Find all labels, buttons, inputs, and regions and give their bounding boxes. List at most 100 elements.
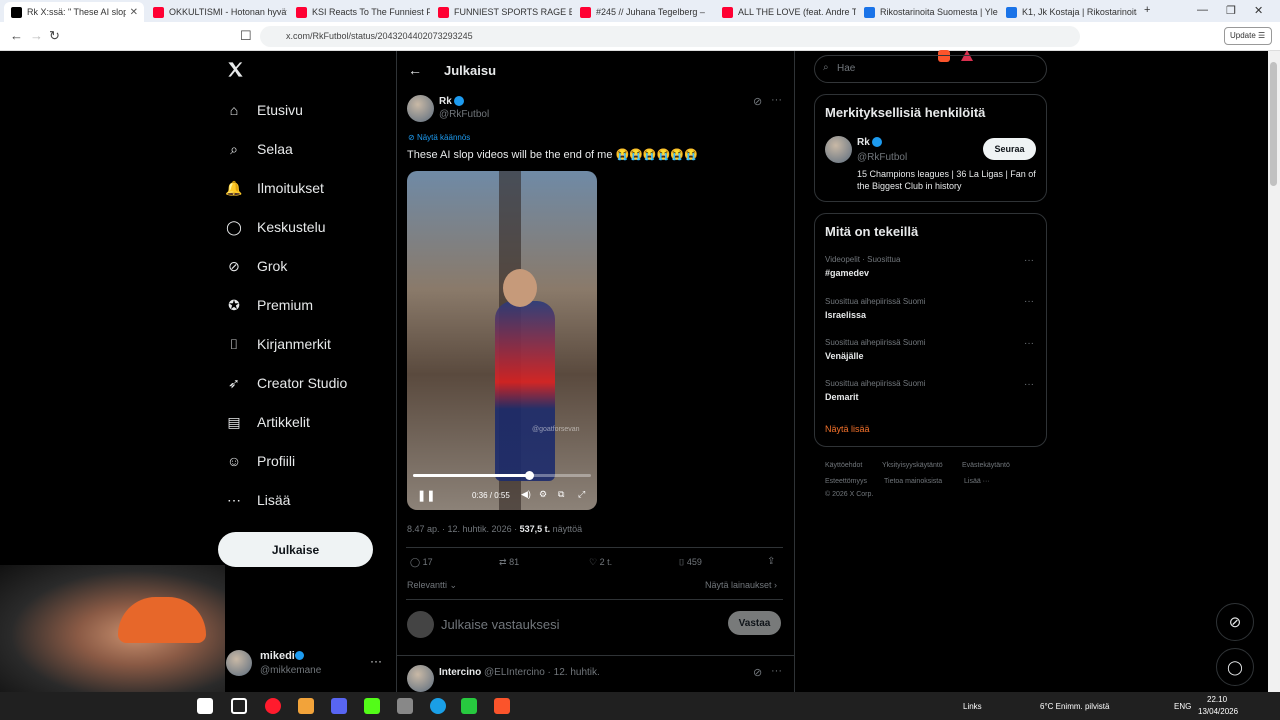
discord-icon[interactable] [331, 698, 347, 714]
follow-button[interactable]: Seuraa [983, 138, 1036, 160]
trend-more-icon[interactable]: ··· [1024, 338, 1034, 349]
show-more-link[interactable]: Näytä lisää [825, 424, 870, 434]
trend-name[interactable]: #gamedev [825, 268, 869, 278]
nav-item-premium[interactable]: ✪ Premium [224, 292, 313, 318]
bookmark-action[interactable]: ⌷ 459 [679, 557, 702, 568]
new-tab-icon[interactable]: + [1144, 4, 1150, 16]
trend-name[interactable]: Israelissa [825, 310, 866, 320]
nav-item-profiili[interactable]: ☺ Profiili [224, 448, 295, 474]
url-field[interactable]: x.com/RkFutbol/status/204320440207329324… [260, 26, 1080, 47]
video-scrubber-handle[interactable] [524, 471, 534, 480]
tab-3[interactable]: KSI Reacts To The Funniest FLI [289, 2, 430, 22]
reply-action[interactable]: ◯ 17 [410, 557, 433, 568]
edge-icon[interactable] [430, 698, 446, 714]
search-taskbar-icon[interactable] [197, 698, 213, 714]
footer-link[interactable]: Yksityisyyskäytäntö [882, 462, 943, 469]
footer-link[interactable]: Tietoa mainoksista [884, 478, 942, 485]
reply-input[interactable]: Julkaise vastauksesi [441, 617, 560, 632]
weather-label[interactable]: 6°C Enimm. pilvistä [1040, 702, 1109, 711]
pause-icon[interactable]: ❚❚ [417, 489, 435, 502]
account-more-icon[interactable]: ··· [370, 654, 382, 668]
photos-icon[interactable] [298, 698, 314, 714]
update-button[interactable]: Update ☰ [1224, 27, 1272, 45]
grok-explain-icon[interactable]: ⊘ [753, 666, 762, 679]
footer-link[interactable]: Esteettömyys [825, 478, 867, 485]
show-quotes-link[interactable]: Näytä lainaukset › [705, 580, 777, 590]
trend-more-icon[interactable]: ··· [1024, 379, 1034, 390]
kick-icon[interactable] [364, 698, 380, 714]
volume-icon[interactable]: ◀) [521, 489, 531, 500]
footer-link[interactable]: Käyttöehdot [825, 462, 862, 469]
nav-item-keskustelu[interactable]: ◯ Keskustelu [224, 214, 325, 240]
nav-item-kirjanmerkit[interactable]: ⌷ Kirjanmerkit [224, 331, 331, 357]
messages-float-icon[interactable]: ◯ [1216, 648, 1254, 686]
links-label[interactable]: Links [963, 702, 982, 711]
forward-icon[interactable]: → [30, 28, 43, 43]
task-view-icon[interactable] [231, 698, 247, 714]
next-post-avatar[interactable] [407, 665, 434, 692]
nav-item-creator-studio[interactable]: ➶ Creator Studio [224, 370, 347, 396]
nav-item-artikkelit[interactable]: ▤ Artikkelit [224, 409, 310, 435]
tab-2[interactable]: OKKULTISMI - Hotonan hyväty [146, 2, 287, 22]
scrollbar-thumb[interactable] [1270, 62, 1277, 186]
minimize-icon[interactable]: — [1197, 4, 1208, 16]
nav-item-lisää[interactable]: ⋯ Lisää [224, 487, 290, 513]
trend-more-icon[interactable]: ··· [1024, 296, 1034, 307]
bookmark-page-icon[interactable]: ☐ [240, 28, 252, 44]
post-more-icon[interactable]: ··· [771, 665, 782, 677]
nav-item-etusivu[interactable]: ⌂ Etusivu [224, 97, 303, 123]
person-name[interactable]: Rk [857, 137, 870, 148]
reply-button[interactable]: Vastaa [728, 611, 781, 635]
x-logo-icon[interactable] [226, 60, 245, 79]
footer-link[interactable]: Lisää ··· [964, 478, 990, 485]
sort-dropdown[interactable]: Relevantti ⌄ [407, 580, 457, 591]
share-icon[interactable]: ⇪ [767, 556, 775, 567]
author-avatar[interactable] [407, 95, 434, 122]
tab-5[interactable]: #245 // Juhana Tegelberg – [573, 2, 714, 22]
search-input[interactable]: Hae [814, 55, 1047, 83]
tab-7[interactable]: Rikostarinoita Suomesta | Yle A [857, 2, 998, 22]
tab-8[interactable]: K1, Jk Kostaja | Rikostarinoita [999, 2, 1137, 22]
settings-icon[interactable]: ⚙ [539, 489, 547, 500]
repost-action[interactable]: ⇄ 81 [499, 557, 519, 568]
translate-link[interactable]: ⊘ Näytä käännös [408, 133, 470, 142]
footer-link[interactable]: Evästekäytäntö [962, 462, 1010, 469]
post-button[interactable]: Julkaise [218, 532, 373, 567]
grok-float-icon[interactable]: ⊘ [1216, 603, 1254, 641]
maximize-icon[interactable]: ❐ [1226, 4, 1236, 17]
tab-active[interactable]: Rk X:ssä: " These AI slop ✕ [4, 2, 144, 22]
reload-icon[interactable]: ↻ [49, 28, 60, 44]
tab-4[interactable]: FUNNIEST SPORTS RAGE BAITS [431, 2, 572, 22]
fullscreen-icon[interactable]: ⤢ [578, 489, 585, 500]
play-icon[interactable] [461, 698, 477, 714]
brave-taskbar-icon[interactable] [494, 698, 510, 714]
nav-item-ilmoitukset[interactable]: 🔔 Ilmoitukset [224, 175, 324, 201]
player-figure [495, 301, 555, 481]
account-avatar[interactable] [226, 650, 252, 676]
author-handle[interactable]: @RkFutbol [439, 109, 489, 120]
app-icon[interactable] [397, 698, 413, 714]
tab-6[interactable]: ALL THE LOVE (feat. Andre Tro [715, 2, 856, 22]
trend-name[interactable]: Venäjälle [825, 351, 864, 361]
close-tab-icon[interactable]: ✕ [130, 7, 138, 18]
pip-icon[interactable]: ⧉ [558, 489, 564, 500]
nav-item-selaa[interactable]: ⌕ Selaa [224, 136, 293, 162]
opera-icon[interactable] [265, 698, 281, 714]
grok-explain-icon[interactable]: ⊘ [753, 95, 762, 108]
language-label[interactable]: ENG [1174, 702, 1191, 711]
like-action[interactable]: ♡ 2 t. [589, 557, 612, 568]
trend-name[interactable]: Demarit [825, 392, 859, 402]
trend-meta: Suosittua aihepiirissä Suomi [825, 297, 926, 306]
back-arrow-icon[interactable]: ← [408, 62, 422, 78]
back-icon[interactable]: ← [10, 28, 23, 43]
clock-date[interactable]: 13/04/2026 [1198, 707, 1238, 716]
close-window-icon[interactable]: ✕ [1254, 4, 1263, 17]
person-avatar[interactable] [825, 136, 852, 163]
author-name[interactable]: Rk [439, 96, 452, 107]
post-more-icon[interactable]: ··· [771, 94, 782, 106]
trend-more-icon[interactable]: ··· [1024, 255, 1034, 266]
video-progress-track[interactable] [413, 474, 591, 477]
video-player[interactable]: @goatforsevan ❚❚ 0:36 / 0:55 ◀) ⚙ ⧉ ⤢ [407, 171, 597, 510]
nav-item-grok[interactable]: ⊘ Grok [224, 253, 287, 279]
clock-time[interactable]: 22.10 [1207, 695, 1227, 704]
